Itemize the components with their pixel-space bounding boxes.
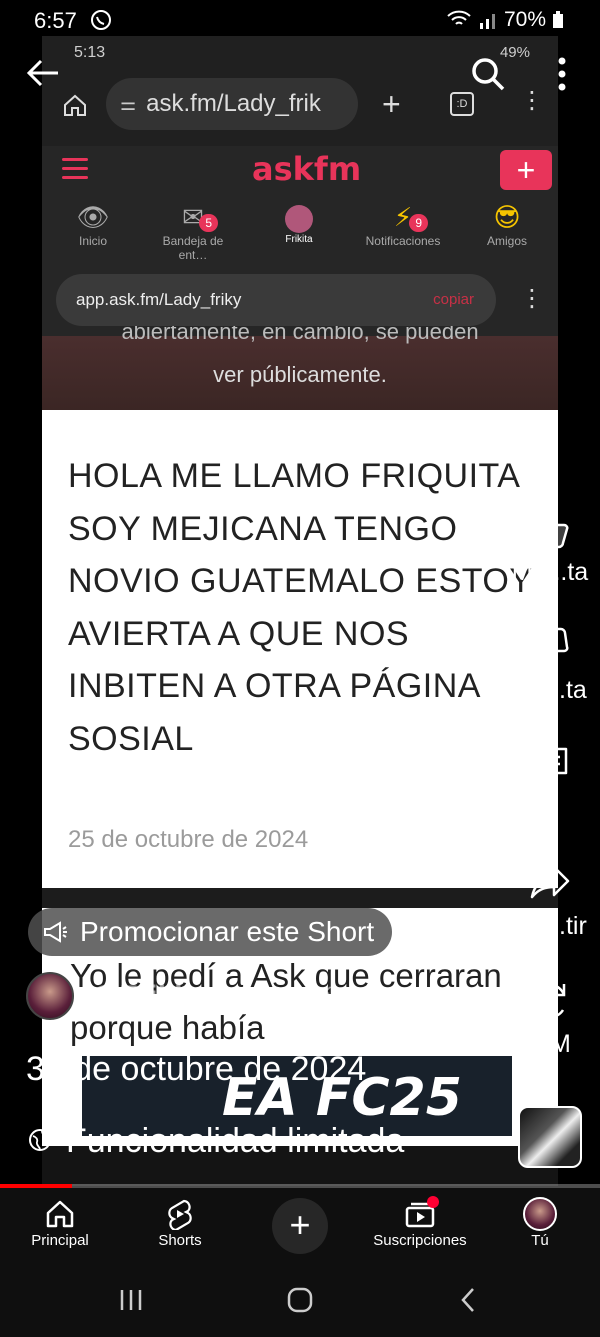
copy-label: copiar: [433, 291, 474, 308]
answer-date: 25 de octubre de 2024: [68, 826, 309, 853]
system-back-icon[interactable]: [458, 1286, 478, 1314]
share-button[interactable]: Co...tir: [500, 858, 600, 941]
more-options-icon[interactable]: [552, 56, 572, 92]
nav-subscriptions[interactable]: Suscripciones: [360, 1196, 480, 1249]
answer-text: HOLA ME LLAMO FRIQUITA SOY MEJICANA TENG…: [68, 457, 532, 758]
channel-avatar[interactable]: [26, 972, 74, 1020]
tune-icon: ⚌: [120, 93, 137, 114]
plus-icon: +: [289, 1204, 311, 1245]
eye-icon: 👁: [76, 202, 110, 232]
nav-home[interactable]: Principal: [0, 1196, 120, 1249]
ask-nav-label: Bandeja de ent…: [162, 234, 224, 262]
remix-count: 2 M: [529, 1030, 571, 1058]
battery-icon: [553, 11, 563, 28]
upload-date: 31 de octubre de 2024: [26, 1050, 367, 1088]
video-status-time: 5:13: [74, 44, 106, 61]
bottom-nav: Principal Shorts + Suscripciones Tú: [0, 1188, 600, 1268]
ask-nav-inbox: ✉ 5 Bandeja de ent…: [148, 200, 238, 262]
ask-nav-label: Notificaciones: [365, 234, 441, 248]
ask-nav-friends: 😎 Amigos: [462, 200, 552, 248]
ask-nav-inicio: 👁 Inicio: [48, 200, 138, 248]
promote-label: Promocionar este Short: [80, 916, 375, 947]
back-arrow-icon[interactable]: [26, 58, 60, 88]
inbox-badge: 5: [199, 214, 218, 232]
shorts-icon: [168, 1199, 192, 1230]
status-time: 6:57: [34, 8, 77, 33]
wifi-icon: [447, 10, 471, 25]
tabs-icon: :D: [450, 92, 474, 116]
home-button-icon[interactable]: [286, 1286, 314, 1314]
new-tab-icon: +: [382, 86, 401, 122]
ask-nav-label: Amigos: [486, 234, 527, 248]
askfm-logo: askfm: [252, 150, 362, 188]
system-nav-bar: [0, 1268, 600, 1337]
limited-functionality-label[interactable]: Funcionalidad limitada: [66, 1122, 404, 1161]
ask-app-url: app.ask.fm/Lady_friky: [76, 290, 242, 309]
comments-count: 1: [543, 794, 557, 822]
ask-plus-icon: +: [500, 150, 552, 190]
comments-button[interactable]: 1: [500, 740, 600, 823]
thumbs-down-icon: [532, 627, 569, 665]
like-label: Me...ta: [511, 558, 589, 586]
nav-subscriptions-label: Suscripciones: [373, 1232, 467, 1249]
battery-level: 70%: [503, 8, 546, 31]
nav-you[interactable]: Tú: [480, 1196, 600, 1249]
notifications-badge: 9: [409, 214, 428, 232]
like-button[interactable]: Me...ta: [500, 504, 600, 587]
you-avatar: [523, 1197, 557, 1231]
remix-icon: [534, 983, 566, 1019]
ask-nav-label: Frikita: [285, 234, 313, 245]
inbox-icon: ✉ 5: [148, 200, 238, 234]
ask-app-url-bar: app.ask.fm/Lady_friky copiar: [56, 274, 496, 326]
share-label: Co...tir: [513, 912, 587, 940]
dislike-button[interactable]: No...ta: [500, 622, 600, 705]
video-url: ask.fm/Lady_frik: [146, 90, 321, 117]
share-icon: [530, 865, 570, 899]
remix-button[interactable]: 2 M: [500, 976, 600, 1059]
sound-thumbnail[interactable]: [518, 1106, 582, 1168]
create-button[interactable]: +: [272, 1198, 328, 1254]
sunglasses-face-icon: 😎: [493, 202, 521, 232]
blurred-text: ver públicamente.: [213, 362, 387, 387]
dislike-label: No...ta: [513, 676, 587, 704]
ask-nav-label: Inicio: [78, 234, 107, 248]
video-url-pill: ⚌ ask.fm/Lady_frik: [106, 78, 358, 130]
home-icon: [46, 1200, 74, 1228]
profile-icon: [254, 200, 344, 234]
comment-icon: [532, 747, 568, 783]
recent-apps-icon[interactable]: [118, 1288, 144, 1312]
blurred-text-top: abiertamente, en cambio, se pueden: [121, 326, 479, 344]
thumbs-up-icon: [532, 511, 569, 549]
hamburger-icon: [62, 158, 88, 180]
search-icon[interactable]: [470, 56, 506, 92]
whatsapp-icon: [91, 10, 111, 30]
nav-shorts[interactable]: Shorts: [120, 1196, 240, 1249]
ask-nav-notifications: ⚡ 9 Notificaciones: [358, 200, 448, 248]
lightning-icon: ⚡ 9: [358, 200, 448, 234]
notification-dot: [427, 1196, 439, 1208]
nav-you-label: Tú: [531, 1232, 549, 1249]
signal-icon: [479, 14, 495, 29]
status-bar: 6:57 70%: [0, 0, 600, 40]
askfm-nav: 👁 Inicio ✉ 5 Bandeja de ent… Frikita ⚡ 9 Noti…: [42, 200, 558, 262]
home-icon: [64, 94, 86, 116]
ask-menu-icon: ⋮: [520, 285, 544, 312]
nav-shorts-label: Shorts: [158, 1232, 202, 1249]
ask-nav-profile: Frikita: [254, 200, 344, 245]
globe-icon: [29, 1129, 51, 1151]
megaphone-icon: [44, 921, 67, 943]
stats-label[interactable]: Estadísticas: [258, 982, 398, 1013]
nav-home-label: Principal: [31, 1232, 89, 1249]
promote-short-button[interactable]: Promocionar este Short: [28, 908, 393, 956]
channel-name[interactable]: @Frikita: [90, 980, 209, 1014]
browser-menu-icon: ⋮: [520, 87, 544, 114]
